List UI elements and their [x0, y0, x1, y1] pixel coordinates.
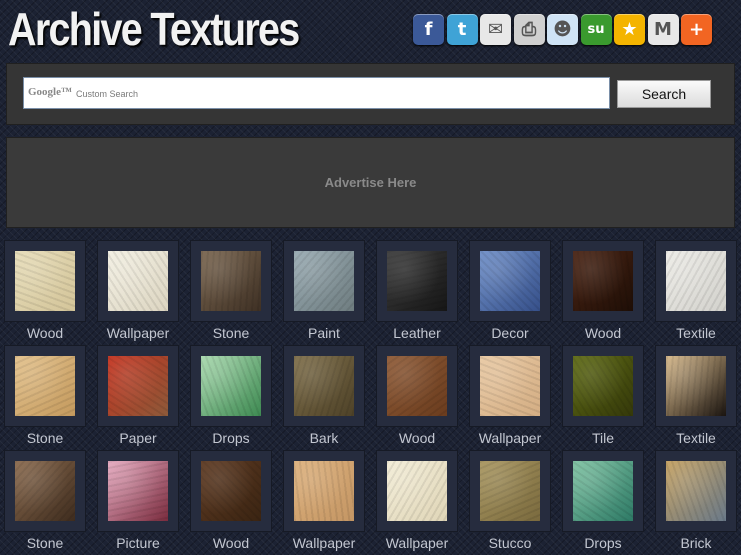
- texture-label[interactable]: Stone: [0, 430, 95, 446]
- texture-tile[interactable]: Wallpaper: [470, 346, 550, 446]
- texture-tile[interactable]: Stucco: [470, 451, 550, 551]
- texture-label[interactable]: Drops: [181, 430, 281, 446]
- texture-tile[interactable]: Wood: [191, 451, 271, 551]
- texture-thumbnail[interactable]: [108, 356, 168, 416]
- texture-frame: [5, 451, 85, 531]
- texture-label[interactable]: Textile: [646, 325, 741, 341]
- texture-thumbnail[interactable]: [294, 251, 354, 311]
- texture-frame: [191, 451, 271, 531]
- texture-thumbnail[interactable]: [294, 461, 354, 521]
- texture-frame: [284, 451, 364, 531]
- texture-label[interactable]: Wallpaper: [88, 325, 188, 341]
- texture-thumbnail[interactable]: [387, 251, 447, 311]
- texture-tile[interactable]: Brick: [656, 451, 736, 551]
- texture-frame: [377, 451, 457, 531]
- texture-label[interactable]: Wallpaper: [367, 535, 467, 551]
- texture-tile[interactable]: Wood: [5, 241, 85, 341]
- texture-label[interactable]: Brick: [646, 535, 741, 551]
- texture-frame: [377, 346, 457, 426]
- texture-label[interactable]: Wallpaper: [274, 535, 374, 551]
- texture-label[interactable]: Stone: [0, 535, 95, 551]
- texture-label[interactable]: Stone: [181, 325, 281, 341]
- texture-tile[interactable]: Stone: [5, 451, 85, 551]
- texture-thumbnail[interactable]: [666, 356, 726, 416]
- texture-frame: [470, 346, 550, 426]
- texture-tile[interactable]: Picture: [98, 451, 178, 551]
- texture-frame: [656, 451, 736, 531]
- texture-label[interactable]: Drops: [553, 535, 653, 551]
- texture-label[interactable]: Stucco: [460, 535, 560, 551]
- texture-thumbnail[interactable]: [387, 356, 447, 416]
- texture-tile[interactable]: Bark: [284, 346, 364, 446]
- texture-frame: [284, 241, 364, 321]
- texture-grid: Wood Wallpaper Stone Paint Leather Decor Wood T…: [0, 0, 741, 555]
- texture-tile[interactable]: Stone: [191, 241, 271, 341]
- texture-tile[interactable]: Textile: [656, 346, 736, 446]
- texture-frame: [5, 241, 85, 321]
- texture-frame: [98, 451, 178, 531]
- texture-tile[interactable]: Drops: [563, 451, 643, 551]
- texture-frame: [470, 241, 550, 321]
- texture-tile[interactable]: Wallpaper: [98, 241, 178, 341]
- texture-label[interactable]: Wood: [0, 325, 95, 341]
- texture-frame: [98, 346, 178, 426]
- texture-label[interactable]: Decor: [460, 325, 560, 341]
- texture-frame: [563, 451, 643, 531]
- texture-tile[interactable]: Decor: [470, 241, 550, 341]
- texture-thumbnail[interactable]: [201, 251, 261, 311]
- texture-label[interactable]: Bark: [274, 430, 374, 446]
- texture-thumbnail[interactable]: [294, 356, 354, 416]
- texture-frame: [656, 346, 736, 426]
- texture-frame: [563, 346, 643, 426]
- texture-tile[interactable]: Paint: [284, 241, 364, 341]
- texture-thumbnail[interactable]: [15, 251, 75, 311]
- texture-frame: [98, 241, 178, 321]
- texture-thumbnail[interactable]: [201, 461, 261, 521]
- texture-label[interactable]: Wood: [367, 430, 467, 446]
- texture-thumbnail[interactable]: [201, 356, 261, 416]
- texture-tile[interactable]: Wallpaper: [377, 451, 457, 551]
- texture-label[interactable]: Textile: [646, 430, 741, 446]
- texture-tile[interactable]: Tile: [563, 346, 643, 446]
- texture-label[interactable]: Tile: [553, 430, 653, 446]
- texture-tile[interactable]: Paper: [98, 346, 178, 446]
- texture-label[interactable]: Wood: [553, 325, 653, 341]
- texture-tile[interactable]: Drops: [191, 346, 271, 446]
- texture-thumbnail[interactable]: [480, 461, 540, 521]
- texture-thumbnail[interactable]: [15, 461, 75, 521]
- texture-tile[interactable]: Wood: [377, 346, 457, 446]
- texture-thumbnail[interactable]: [480, 356, 540, 416]
- texture-frame: [377, 241, 457, 321]
- texture-label[interactable]: Wallpaper: [460, 430, 560, 446]
- texture-thumbnail[interactable]: [573, 251, 633, 311]
- texture-frame: [470, 451, 550, 531]
- texture-thumbnail[interactable]: [666, 461, 726, 521]
- texture-frame: [656, 241, 736, 321]
- texture-thumbnail[interactable]: [573, 461, 633, 521]
- texture-tile[interactable]: Textile: [656, 241, 736, 341]
- texture-label[interactable]: Paint: [274, 325, 374, 341]
- texture-frame: [5, 346, 85, 426]
- texture-thumbnail[interactable]: [108, 461, 168, 521]
- texture-thumbnail[interactable]: [387, 461, 447, 521]
- texture-thumbnail[interactable]: [573, 356, 633, 416]
- texture-tile[interactable]: Leather: [377, 241, 457, 341]
- texture-thumbnail[interactable]: [480, 251, 540, 311]
- texture-frame: [191, 346, 271, 426]
- texture-thumbnail[interactable]: [108, 251, 168, 311]
- texture-frame: [191, 241, 271, 321]
- texture-label[interactable]: Wood: [181, 535, 281, 551]
- texture-frame: [284, 346, 364, 426]
- texture-thumbnail[interactable]: [666, 251, 726, 311]
- texture-thumbnail[interactable]: [15, 356, 75, 416]
- texture-tile[interactable]: Stone: [5, 346, 85, 446]
- texture-frame: [563, 241, 643, 321]
- texture-label[interactable]: Paper: [88, 430, 188, 446]
- texture-tile[interactable]: Wood: [563, 241, 643, 341]
- texture-label[interactable]: Leather: [367, 325, 467, 341]
- texture-label[interactable]: Picture: [88, 535, 188, 551]
- texture-tile[interactable]: Wallpaper: [284, 451, 364, 551]
